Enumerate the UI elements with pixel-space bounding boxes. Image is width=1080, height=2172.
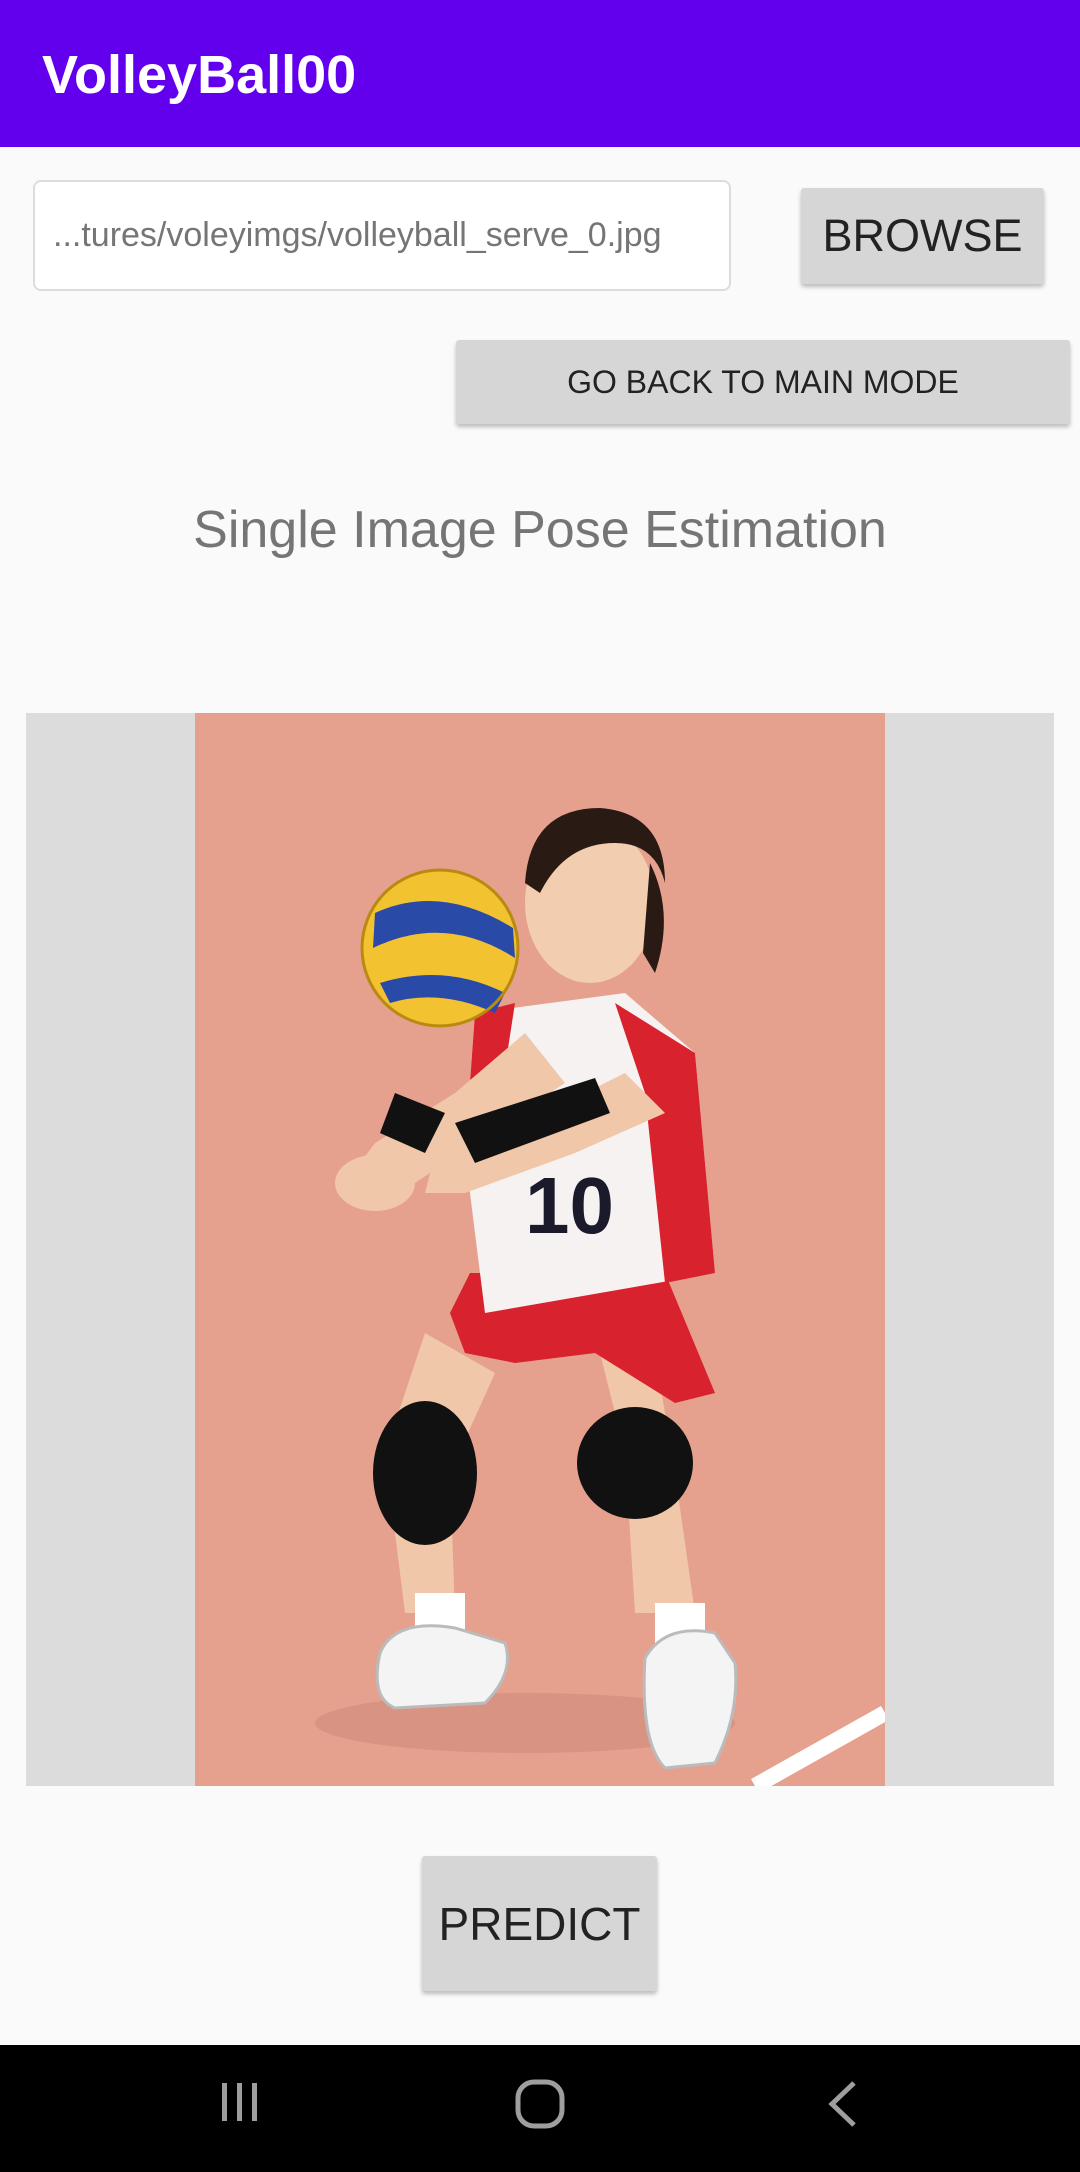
jersey-number: 10: [525, 1161, 614, 1250]
volleyball-player-image: 10: [195, 713, 885, 1786]
app-bar: VolleyBall00: [0, 0, 1080, 147]
section-title: Single Image Pose Estimation: [193, 501, 887, 559]
app-title: VolleyBall00: [42, 45, 357, 105]
browse-button[interactable]: BROWSE: [801, 188, 1044, 284]
recent-apps-icon[interactable]: [218, 2079, 262, 2128]
home-icon[interactable]: [515, 2079, 565, 2134]
image-preview-frame: 10: [26, 713, 1054, 1786]
system-navigation-bar: [0, 2045, 1080, 2172]
file-path-field[interactable]: ...tures/voleyimgs/volleyball_serve_0.jp…: [33, 180, 731, 291]
go-back-main-mode-button[interactable]: GO BACK TO MAIN MODE: [456, 340, 1070, 424]
predict-button[interactable]: PREDICT: [422, 1856, 657, 1991]
back-icon[interactable]: [824, 2079, 864, 2134]
